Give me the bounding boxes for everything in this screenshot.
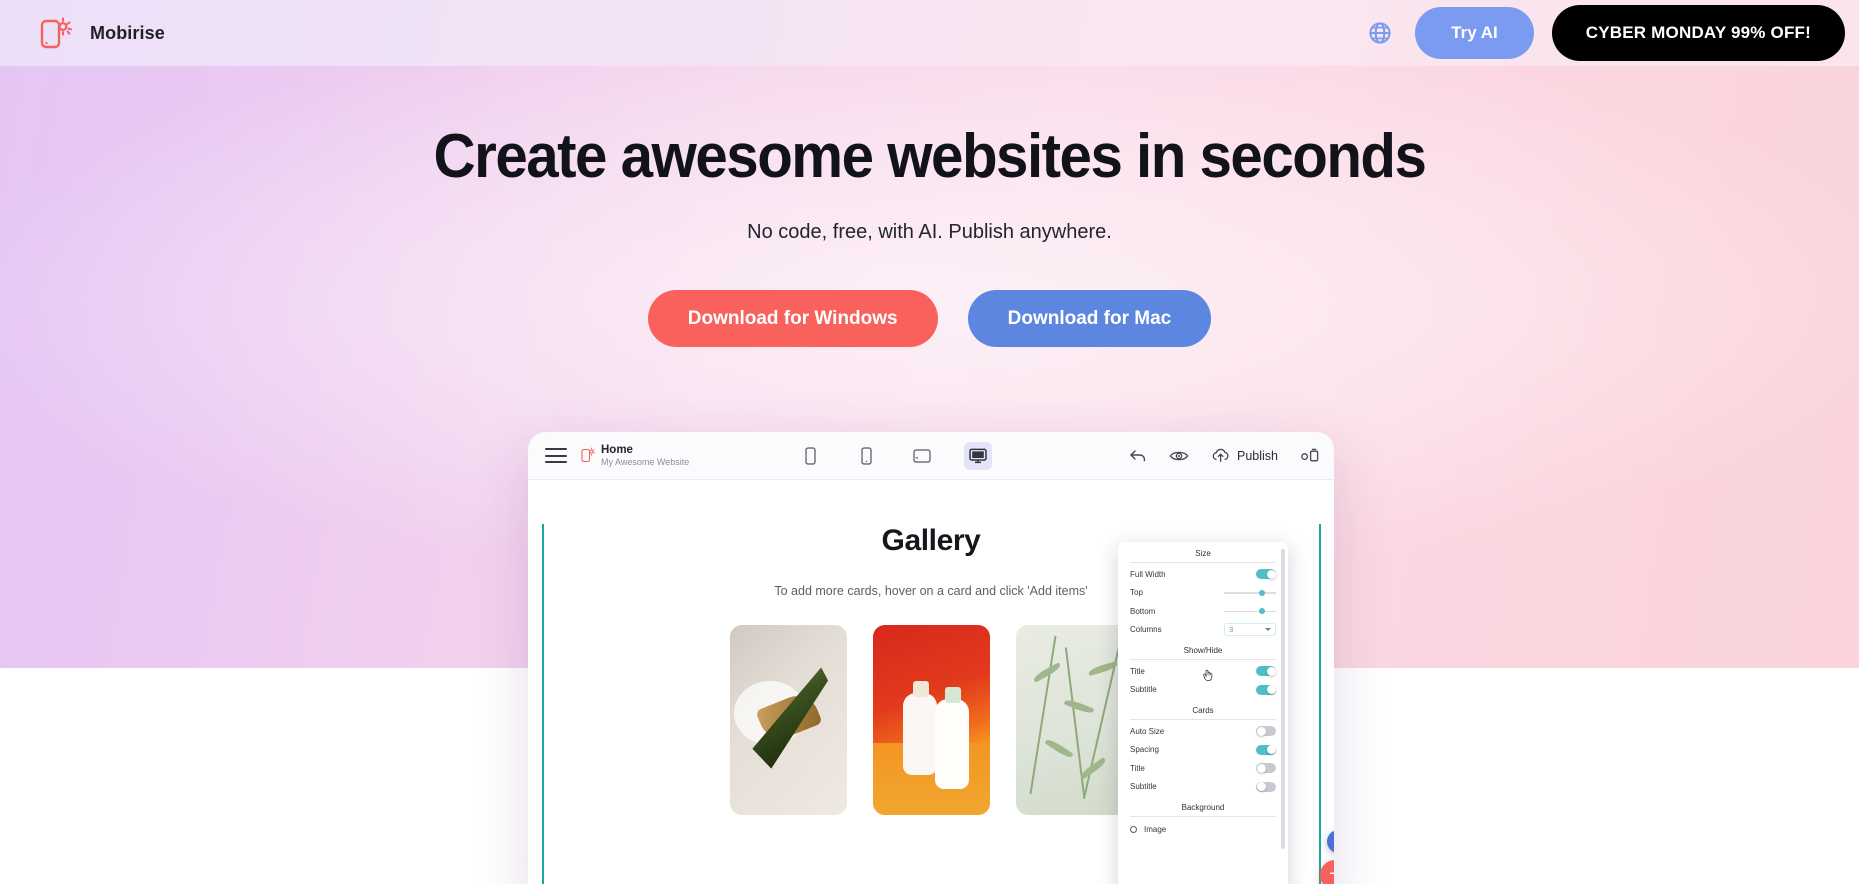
hero-subtitle: No code, free, with AI. Publish anywhere…	[747, 221, 1112, 244]
setting-label: Top	[1130, 588, 1143, 598]
setting-row-full-width: Full Width	[1118, 565, 1288, 584]
key-icon[interactable]	[1300, 448, 1320, 463]
background-image-radio[interactable]	[1130, 826, 1137, 833]
columns-select[interactable]: 3	[1224, 623, 1276, 637]
edit-block-button[interactable]	[1327, 830, 1334, 853]
device-mobile-landscape-button[interactable]	[852, 442, 880, 470]
settings-section-heading-size: Size	[1195, 549, 1211, 558]
block-edge-right	[1319, 524, 1321, 884]
globe-icon[interactable]	[1363, 16, 1397, 50]
settings-section-heading-show-hide: Show/Hide	[1183, 646, 1223, 655]
add-block-button[interactable]: +	[1320, 860, 1334, 884]
setting-label: Title	[1130, 666, 1145, 676]
gallery-card[interactable]	[1015, 625, 1133, 815]
editor-page-title: Home	[601, 443, 633, 456]
device-tablet-button[interactable]	[908, 442, 936, 470]
header-actions: Try AI CYBER MONDAY 99% OFF!	[1363, 5, 1845, 61]
brand[interactable]: Mobirise	[38, 14, 165, 52]
editor-site-name: My Awesome Website	[601, 457, 690, 468]
setting-label: Title	[1130, 763, 1145, 773]
editor-actions: Publish	[1129, 448, 1320, 463]
hand-pointer-cursor-icon	[1202, 668, 1214, 682]
promo-button[interactable]: CYBER MONDAY 99% OFF!	[1551, 5, 1845, 61]
settings-section-heading-cards: Cards	[1192, 706, 1214, 715]
download-mac-button[interactable]: Download for Mac	[967, 290, 1212, 348]
try-ai-button[interactable]: Try AI	[1415, 7, 1534, 59]
auto-size-toggle[interactable]	[1256, 726, 1276, 737]
cloud-upload-icon	[1211, 448, 1230, 463]
setting-label: Full Width	[1130, 569, 1166, 579]
bottom-padding-slider[interactable]	[1224, 606, 1276, 616]
hamburger-menu-icon[interactable]	[545, 448, 567, 463]
settings-scrollbar[interactable]	[1281, 549, 1285, 849]
setting-label: Image	[1144, 825, 1167, 834]
setting-label: Subtitle	[1130, 782, 1157, 792]
setting-row-bottom: Bottom	[1118, 602, 1288, 621]
gallery-card[interactable]	[872, 625, 990, 815]
device-switcher	[796, 441, 992, 470]
card-subtitle-toggle[interactable]	[1256, 781, 1276, 792]
device-desktop-button[interactable]	[964, 441, 992, 470]
plus-icon: +	[1329, 864, 1334, 884]
setting-row-columns: Columns 3	[1118, 621, 1288, 640]
cta-row: Download for Windows Download for Mac	[0, 290, 1859, 348]
page-title: Create awesome websites in seconds	[433, 122, 1427, 191]
editor-toolbar: Home My Awesome Website Publish	[528, 432, 1334, 480]
site-header: Mobirise Try AI CYBER MONDAY 99% OFF!	[0, 0, 1859, 66]
block-edge-left	[542, 524, 544, 884]
divider	[1130, 562, 1276, 563]
eye-icon[interactable]	[1169, 449, 1189, 463]
setting-label: Columns	[1130, 625, 1162, 635]
undo-arrow-icon[interactable]	[1129, 448, 1147, 463]
pencil-icon	[1333, 836, 1335, 848]
show-subtitle-toggle[interactable]	[1256, 684, 1276, 695]
show-title-toggle[interactable]	[1256, 666, 1276, 677]
columns-value: 3	[1229, 625, 1234, 635]
divider	[1130, 816, 1276, 817]
device-mobile-portrait-button[interactable]	[796, 442, 824, 470]
setting-row-background-image[interactable]: Image	[1118, 819, 1288, 834]
divider	[1130, 719, 1276, 720]
setting-row-card-title: Title	[1118, 759, 1288, 778]
brand-name: Mobirise	[90, 22, 165, 43]
publish-button[interactable]: Publish	[1211, 448, 1278, 463]
app-mockup: Home My Awesome Website Publish Gallery …	[528, 432, 1334, 884]
setting-row-top: Top	[1118, 584, 1288, 603]
setting-row-card-subtitle: Subtitle	[1118, 778, 1288, 797]
block-settings-panel: Size Full Width Top Bottom Columns 3 Sho…	[1118, 542, 1288, 884]
publish-label: Publish	[1237, 448, 1278, 463]
full-width-toggle[interactable]	[1256, 569, 1276, 580]
chevron-down-icon	[1265, 628, 1271, 632]
setting-row-auto-size: Auto Size	[1118, 722, 1288, 741]
settings-section-heading-background: Background	[1181, 803, 1225, 812]
card-title-toggle[interactable]	[1256, 763, 1276, 774]
setting-label: Spacing	[1130, 745, 1159, 755]
setting-label: Subtitle	[1130, 685, 1157, 695]
setting-label: Auto Size	[1130, 726, 1165, 736]
mobirise-small-logo-icon	[581, 447, 595, 464]
setting-label: Bottom	[1130, 606, 1156, 616]
spacing-toggle[interactable]	[1256, 744, 1276, 755]
top-padding-slider[interactable]	[1224, 588, 1276, 598]
setting-row-show-subtitle: Subtitle	[1118, 681, 1288, 700]
gallery-card[interactable]	[729, 625, 847, 815]
download-windows-button[interactable]: Download for Windows	[647, 290, 938, 348]
setting-row-spacing: Spacing	[1118, 741, 1288, 760]
mobirise-logo-icon	[38, 14, 76, 52]
editor-page-info[interactable]: Home My Awesome Website	[581, 443, 689, 469]
divider	[1130, 659, 1276, 660]
editor-canvas: Gallery To add more cards, hover on a ca…	[528, 524, 1334, 884]
page-root: Mobirise Try AI CYBER MONDAY 99% OFF! Cr…	[0, 0, 1859, 884]
